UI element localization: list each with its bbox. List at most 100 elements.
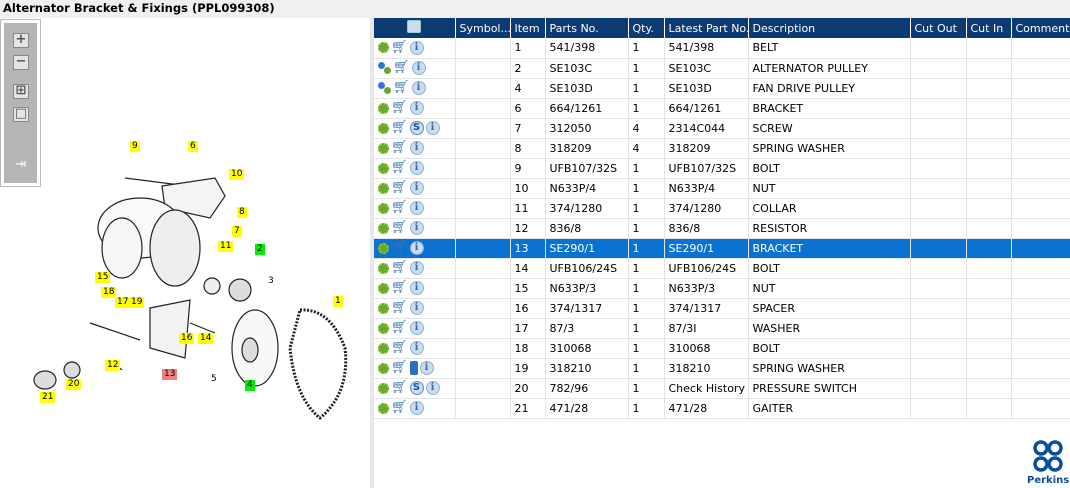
cart-icon[interactable]: 🛒︎ (393, 61, 410, 74)
column-header-cut-in[interactable]: Cut In (966, 18, 1012, 38)
fit-window-button[interactable]: □ (13, 107, 29, 122)
callout-4[interactable]: 4 (245, 380, 255, 391)
column-header-cut-out[interactable]: Cut Out (910, 18, 967, 38)
part-gear-icon[interactable] (378, 262, 389, 274)
cart-icon[interactable]: 🛒︎ (391, 121, 408, 134)
callout-19[interactable]: 19 (129, 297, 145, 308)
callout-7[interactable]: 7 (232, 226, 242, 237)
callout-15[interactable]: 15 (95, 272, 111, 283)
part-gear-icon[interactable] (378, 242, 389, 254)
fit-all-button[interactable]: ⊞ (13, 84, 29, 99)
part-gear-icon[interactable] (378, 182, 389, 194)
cart-icon[interactable]: 🛒︎ (391, 241, 408, 254)
info-icon[interactable]: i (409, 181, 424, 195)
table-row[interactable]: 🛒︎ i 6 664/1261 1 664/1261 BRACKET (374, 98, 1070, 119)
callout-13[interactable]: 13 (162, 369, 178, 380)
table-row[interactable]: 🛒︎ i 12 836/8 1 836/8 RESISTOR (374, 218, 1070, 239)
cart-icon[interactable]: 🛒︎ (391, 141, 408, 154)
part-gear-icon[interactable] (378, 162, 389, 174)
table-row[interactable]: 🛒︎ i 4 SE103D 1 SE103D FAN DRIVE PULLEY (374, 78, 1070, 99)
table-row[interactable]: 🛒︎ i 8 318209 4 318209 SPRING WASHER (374, 138, 1070, 159)
table-row[interactable]: 🛒︎ i 17 87/3 1 87/3I WASHER (374, 318, 1070, 339)
cart-icon[interactable]: 🛒︎ (391, 41, 408, 54)
part-gear-icon[interactable] (378, 342, 389, 354)
document-icon[interactable] (409, 361, 418, 375)
callout-1[interactable]: 1 (333, 296, 343, 307)
cart-icon[interactable]: 🛒︎ (391, 201, 408, 214)
table-row[interactable]: 🛒︎ Si 7 312050 4 2314C044 SCREW (374, 118, 1070, 139)
part-gear-icon[interactable] (378, 302, 389, 314)
info-icon[interactable]: i (409, 341, 424, 355)
info-icon[interactable]: i (411, 81, 426, 95)
cart-icon[interactable]: 🛒︎ (391, 401, 408, 414)
part-gear-icon[interactable] (378, 402, 389, 414)
info-icon[interactable]: i (409, 281, 424, 295)
callout-16[interactable]: 16 (179, 333, 195, 344)
diagram-panel[interactable]: 9 6 10 8 7 11 2 3 15 18 17 19 1 16 14 12… (0, 18, 370, 488)
info-icon[interactable]: i (425, 121, 440, 135)
supersession-icon[interactable]: S (409, 381, 424, 395)
info-icon[interactable]: i (409, 40, 424, 55)
column-header-description[interactable]: Description (748, 18, 911, 38)
info-icon[interactable]: i (409, 321, 424, 335)
table-row[interactable]: 🛒︎ i 18 310068 1 310068 BOLT (374, 338, 1070, 359)
part-gear-icon[interactable] (378, 42, 389, 54)
callout-2[interactable]: 2 (255, 244, 265, 255)
info-icon[interactable]: i (409, 141, 424, 155)
cart-icon[interactable]: 🛒︎ (391, 341, 408, 354)
callout-3[interactable]: 3 (266, 276, 276, 287)
info-icon[interactable]: i (409, 221, 424, 235)
part-gear-icon[interactable] (378, 282, 389, 294)
info-icon[interactable]: i (409, 241, 424, 255)
table-row[interactable]: 🛒︎ i 13 SE290/1 1 SE290/1 BRACKET (374, 238, 1070, 259)
column-header-qty[interactable]: Qty. (628, 18, 665, 38)
info-icon[interactable]: i (409, 261, 424, 275)
callout-10[interactable]: 10 (229, 169, 245, 180)
table-row[interactable]: 🛒︎ i 11 374/1280 1 374/1280 COLLAR (374, 198, 1070, 219)
table-row[interactable]: 🛒︎ i 2 SE103C 1 SE103C ALTERNATOR PULLEY (374, 58, 1070, 79)
supersession-icon[interactable]: S (409, 121, 424, 135)
table-row[interactable]: 🛒︎ i 19 318210 1 318210 SPRING WASHER (374, 358, 1070, 379)
cart-icon[interactable]: 🛒︎ (391, 301, 408, 314)
callout-11[interactable]: 11 (218, 241, 234, 252)
callout-8[interactable]: 8 (237, 207, 247, 218)
column-header-item[interactable]: Item (510, 18, 546, 38)
part-gear-icon[interactable] (378, 122, 389, 134)
table-row[interactable]: 🛒︎ i 9 UFB107/32S 1 UFB107/32S BOLT (374, 158, 1070, 179)
column-chooser-icon[interactable] (407, 20, 422, 33)
part-gear-icon[interactable] (378, 102, 389, 114)
column-header-comment[interactable]: Comment (1011, 18, 1070, 38)
info-icon[interactable]: i (419, 361, 434, 375)
callout-21[interactable]: 21 (40, 392, 56, 403)
part-gear-icon[interactable] (378, 322, 389, 334)
callout-5[interactable]: 5 (209, 374, 219, 385)
cart-icon[interactable]: 🛒︎ (391, 281, 408, 294)
assembly-icon[interactable] (378, 82, 391, 94)
part-gear-icon[interactable] (378, 222, 389, 234)
table-row[interactable]: 🛒︎ Si 20 782/96 1 Check History PRESSURE SWITC… (374, 378, 1070, 399)
column-header-icons[interactable] (374, 18, 456, 38)
export-button[interactable]: ⇥ (13, 158, 29, 174)
zoom-out-button[interactable]: − (13, 55, 29, 70)
table-row[interactable]: 🛒︎ i 16 374/1317 1 374/1317 SPACER (374, 298, 1070, 319)
info-icon[interactable]: i (409, 101, 424, 115)
part-gear-icon[interactable] (378, 202, 389, 214)
cart-icon[interactable]: 🛒︎ (391, 361, 408, 374)
callout-6[interactable]: 6 (188, 141, 198, 152)
info-icon[interactable]: i (411, 61, 426, 75)
column-header-symbol[interactable]: Symbol... (455, 18, 511, 38)
cart-icon[interactable]: 🛒︎ (393, 81, 410, 94)
part-gear-icon[interactable] (378, 382, 389, 394)
zoom-in-button[interactable]: + (13, 33, 29, 48)
column-header-parts-no[interactable]: Parts No. (545, 18, 629, 38)
info-icon[interactable]: i (409, 201, 424, 215)
cart-icon[interactable]: 🛒︎ (391, 261, 408, 274)
cart-icon[interactable]: 🛒︎ (391, 101, 408, 114)
info-icon[interactable]: i (425, 381, 440, 395)
cart-icon[interactable]: 🛒︎ (391, 181, 408, 194)
info-icon[interactable]: i (409, 301, 424, 315)
table-row[interactable]: 🛒︎ i 1 541/398 1 541/398 BELT (374, 38, 1070, 59)
part-gear-icon[interactable] (378, 362, 389, 374)
table-row[interactable]: 🛒︎ i 14 UFB106/24S 1 UFB106/24S BOLT (374, 258, 1070, 279)
cart-icon[interactable]: 🛒︎ (391, 321, 408, 334)
